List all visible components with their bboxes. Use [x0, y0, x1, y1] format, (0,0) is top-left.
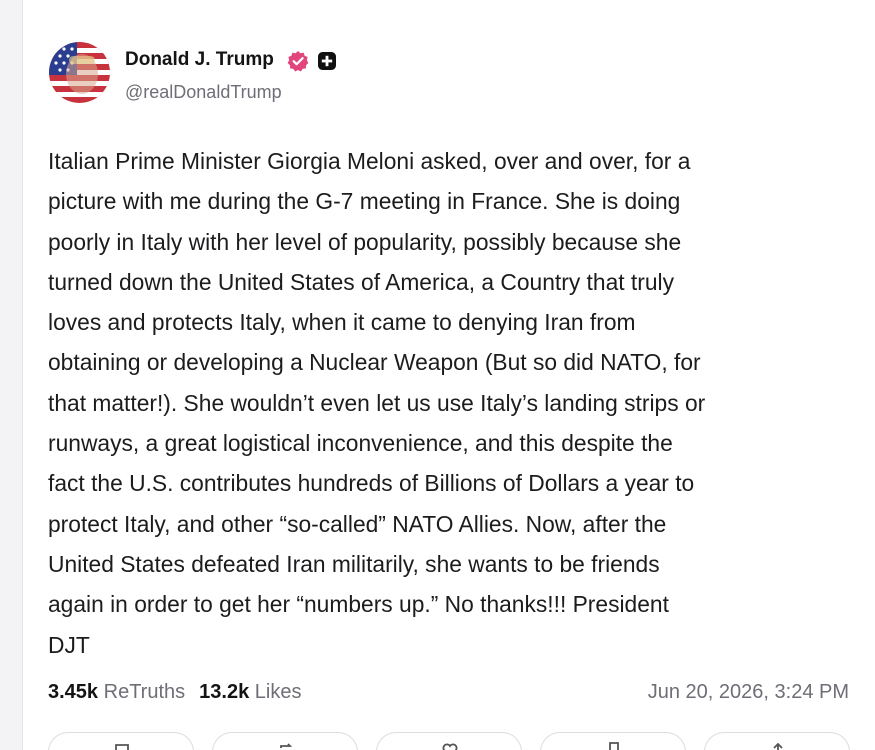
post-body-line: again in order to get her “numbers up.” …	[48, 591, 669, 618]
retruths-label: ReTruths	[103, 681, 186, 703]
avatar[interactable]	[49, 42, 110, 103]
like-button[interactable]	[376, 732, 522, 750]
post-body-line: loves and protects Italy, when it came t…	[48, 309, 636, 336]
verified-badge-icon	[287, 51, 309, 72]
author-display-name[interactable]: Donald J. Trump	[125, 48, 274, 72]
post-body-line: poorly in Italy with her level of popula…	[48, 228, 682, 255]
retruth-icon	[280, 743, 293, 748]
post-body-line: fact the U.S. contributes hundreds of Bi…	[48, 470, 695, 497]
retruth-button[interactable]	[212, 732, 358, 750]
post-body-line: turned down the United States of America…	[48, 268, 674, 295]
likes-stat[interactable]: 13.2k Likes	[199, 681, 301, 703]
reply-button[interactable]	[48, 732, 194, 750]
post-body-line: runways, a great logistical inconvenienc…	[48, 430, 673, 457]
bookmark-icon	[609, 742, 619, 750]
reply-icon	[115, 744, 129, 750]
post-body-line: that matter!). She wouldn’t even let us …	[48, 389, 706, 416]
author-handle[interactable]: @realDonaldTrump	[125, 81, 282, 103]
post-timestamp[interactable]: Jun 20, 2026, 3:24 PM	[648, 679, 849, 705]
post-body-line: protect Italy, and other “so-called” NAT…	[48, 510, 667, 537]
retruths-count: 3.45k	[48, 681, 99, 703]
post-card: Donald J. Trump @realDonaldTrump Italian…	[22, 0, 875, 750]
action-bar	[48, 732, 853, 750]
likes-count: 13.2k	[199, 681, 250, 703]
retruths-stat[interactable]: 3.45k ReTruths	[48, 681, 185, 703]
post-body: Italian Prime Minister Giorgia Meloni as…	[48, 141, 860, 665]
plus-badge-icon	[318, 52, 336, 70]
post-body-line: Italian Prime Minister Giorgia Meloni as…	[48, 148, 691, 174]
share-button[interactable]	[704, 732, 850, 750]
post-body-line: United States defeated Iran militarily, …	[48, 550, 660, 577]
post-stats: 3.45k ReTruths 13.2k Likes	[48, 679, 315, 705]
like-icon	[442, 743, 458, 750]
likes-label: Likes	[254, 681, 302, 703]
post-body-line: obtaining or developing a Nuclear Weapon…	[48, 349, 701, 376]
post-body-line: picture with me during the G-7 meeting i…	[48, 188, 681, 215]
share-icon	[773, 742, 783, 750]
bookmark-button[interactable]	[540, 732, 686, 750]
post-body-line: DJT	[48, 631, 90, 658]
